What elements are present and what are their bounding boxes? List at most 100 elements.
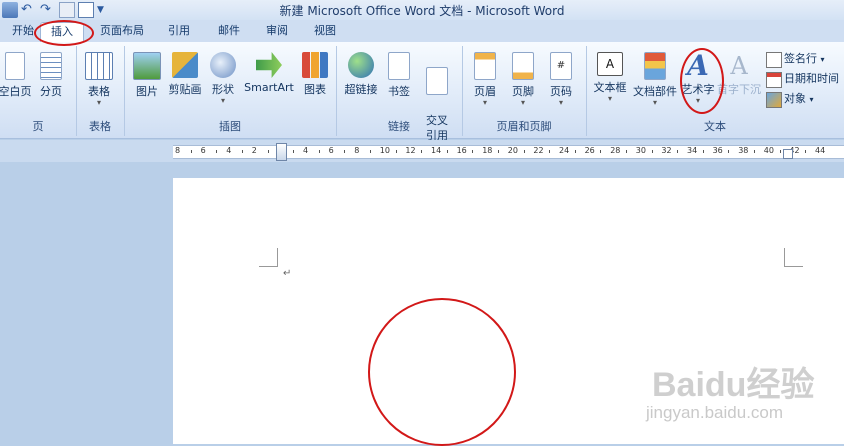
ruler-number: 44: [815, 146, 826, 155]
top-left-margin-mark: [259, 248, 278, 267]
group-label-illustrations: 插图: [219, 120, 241, 133]
footer-dropdown-icon: ▾: [520, 98, 525, 107]
ruler-number: 22: [533, 146, 544, 155]
ruler-tick: [574, 150, 576, 153]
date-time-button[interactable]: 日期和时间: [766, 70, 839, 88]
globe-icon: [348, 52, 374, 78]
ruler-number: 30: [635, 146, 646, 155]
ruler-number: 2: [251, 146, 257, 155]
ruler-tick: [626, 150, 627, 153]
ruler-number: 8: [175, 146, 181, 155]
group-pages: 空白页 分页 页: [0, 46, 77, 136]
clipart-button[interactable]: 剪贴画: [166, 52, 204, 97]
chart-button[interactable]: 图表: [296, 52, 334, 97]
ruler-tick: [395, 150, 397, 153]
tab-references[interactable]: 引用: [158, 22, 200, 40]
text-box-dropdown-icon: ▾: [607, 94, 612, 103]
ruler-tick: [216, 150, 218, 153]
ruler-tick: [651, 150, 653, 153]
group-label-header-footer: 页眉和页脚: [496, 120, 552, 133]
ruler-tick: [549, 150, 551, 153]
cross-reference-icon: [426, 67, 448, 95]
clipart-icon: [172, 52, 198, 78]
ruler-number: 32: [661, 146, 672, 155]
picture-button[interactable]: 图片: [128, 52, 166, 99]
page-number-icon: #: [550, 52, 572, 80]
ruler-number: 24: [559, 146, 570, 155]
tab-page-layout[interactable]: 页面布局: [90, 22, 154, 40]
page-break-icon: [40, 52, 62, 80]
ruler-number: 18: [482, 146, 493, 155]
ruler-number: 4: [303, 146, 309, 155]
quick-parts-dropdown-icon: ▾: [652, 98, 657, 107]
tab-review[interactable]: 审阅: [256, 22, 298, 40]
shapes-dropdown-icon: ▾: [220, 96, 225, 105]
group-label-text: 文本: [704, 120, 726, 133]
right-indent-marker[interactable]: [783, 149, 793, 159]
object-button[interactable]: 对象 ▾: [766, 90, 814, 108]
signature-line-button[interactable]: 签名行 ▾: [766, 50, 825, 68]
quick-parts-button[interactable]: 文档部件 ▾: [630, 52, 680, 107]
window-title: 新建 Microsoft Office Word 文档 - Microsoft …: [279, 4, 565, 18]
ruler-tick: [600, 150, 602, 153]
tab-view[interactable]: 视图: [304, 22, 346, 40]
wordart-highlight: [680, 48, 724, 114]
indent-marker[interactable]: [276, 143, 287, 161]
ruler-number: 6: [328, 146, 334, 155]
ruler-tick: [421, 150, 423, 153]
ruler-number: 26: [584, 146, 595, 155]
ruler-number: 16: [456, 146, 467, 155]
object-dropdown-icon: ▾: [809, 95, 814, 104]
ruler-tick: [318, 150, 320, 153]
title-bar: ↶ ↷ ▼ 新建 Microsoft Office Word 文档 - Micr…: [0, 0, 844, 21]
footer-button[interactable]: 页脚 ▾: [504, 52, 542, 107]
page-break-button[interactable]: 分页: [32, 52, 70, 99]
ruler-tick: [293, 150, 295, 153]
ruler-tick: [754, 150, 755, 153]
page-number-dropdown-icon: ▾: [558, 98, 563, 107]
group-illustrations: 图片 剪贴画 形状 ▾ SmartArt 图表 插图: [124, 46, 337, 136]
ruler-tick: [370, 150, 371, 153]
baidu-watermark: Baidu经验 jingyan.baidu.com: [646, 366, 815, 422]
header-dropdown-icon: ▾: [482, 98, 487, 107]
group-label-pages: 页: [32, 120, 44, 133]
shapes-icon: [210, 52, 236, 78]
table-button[interactable]: 表格 ▾: [80, 52, 118, 107]
ruler-number: 28: [610, 146, 621, 155]
ruler-number: 40: [763, 146, 774, 155]
ruler-tick: [677, 150, 679, 153]
group-links: 超链接 书签 交叉 引用 链接: [336, 46, 463, 142]
smartart-icon: [256, 52, 282, 78]
ruler-number: 20: [507, 146, 518, 155]
ruler-tick: [472, 150, 474, 153]
text-box-button[interactable]: A 文本框 ▾: [590, 52, 630, 103]
ruler-number: 10: [379, 146, 390, 155]
ruler-tick: [267, 150, 269, 153]
document-circle-highlight: [368, 298, 516, 446]
bookmark-button[interactable]: 书签: [380, 52, 418, 99]
top-right-margin-mark: [784, 248, 803, 267]
shapes-button[interactable]: 形状 ▾: [204, 52, 242, 105]
header-button[interactable]: 页眉 ▾: [466, 52, 504, 107]
ruler-tick: [779, 150, 781, 153]
smartart-button[interactable]: SmartArt: [242, 52, 296, 94]
group-label-links: 链接: [388, 120, 410, 133]
horizontal-ruler[interactable]: 8642246810121416182022242628303234363840…: [0, 140, 844, 162]
group-tables: 表格 ▾ 表格: [76, 46, 125, 136]
calendar-icon: [766, 72, 782, 88]
tab-mailings[interactable]: 邮件: [208, 22, 250, 40]
ruler-number: 14: [431, 146, 442, 155]
blank-page-button[interactable]: 空白页: [0, 52, 34, 99]
ruler-number: 6: [200, 146, 206, 155]
hyperlink-button[interactable]: 超链接: [340, 52, 382, 97]
table-dropdown-icon: ▾: [96, 98, 101, 107]
page-number-button[interactable]: # 页码 ▾: [542, 52, 580, 107]
ruler-number: 8: [354, 146, 360, 155]
ruler-tick: [190, 150, 192, 153]
ruler-tick: [446, 150, 448, 153]
ruler-tick: [344, 150, 346, 153]
ruler-tick: [242, 150, 243, 153]
drop-cap-icon: A: [730, 52, 748, 80]
paragraph-mark: ↵: [283, 268, 292, 279]
ruler-tick: [728, 150, 730, 153]
